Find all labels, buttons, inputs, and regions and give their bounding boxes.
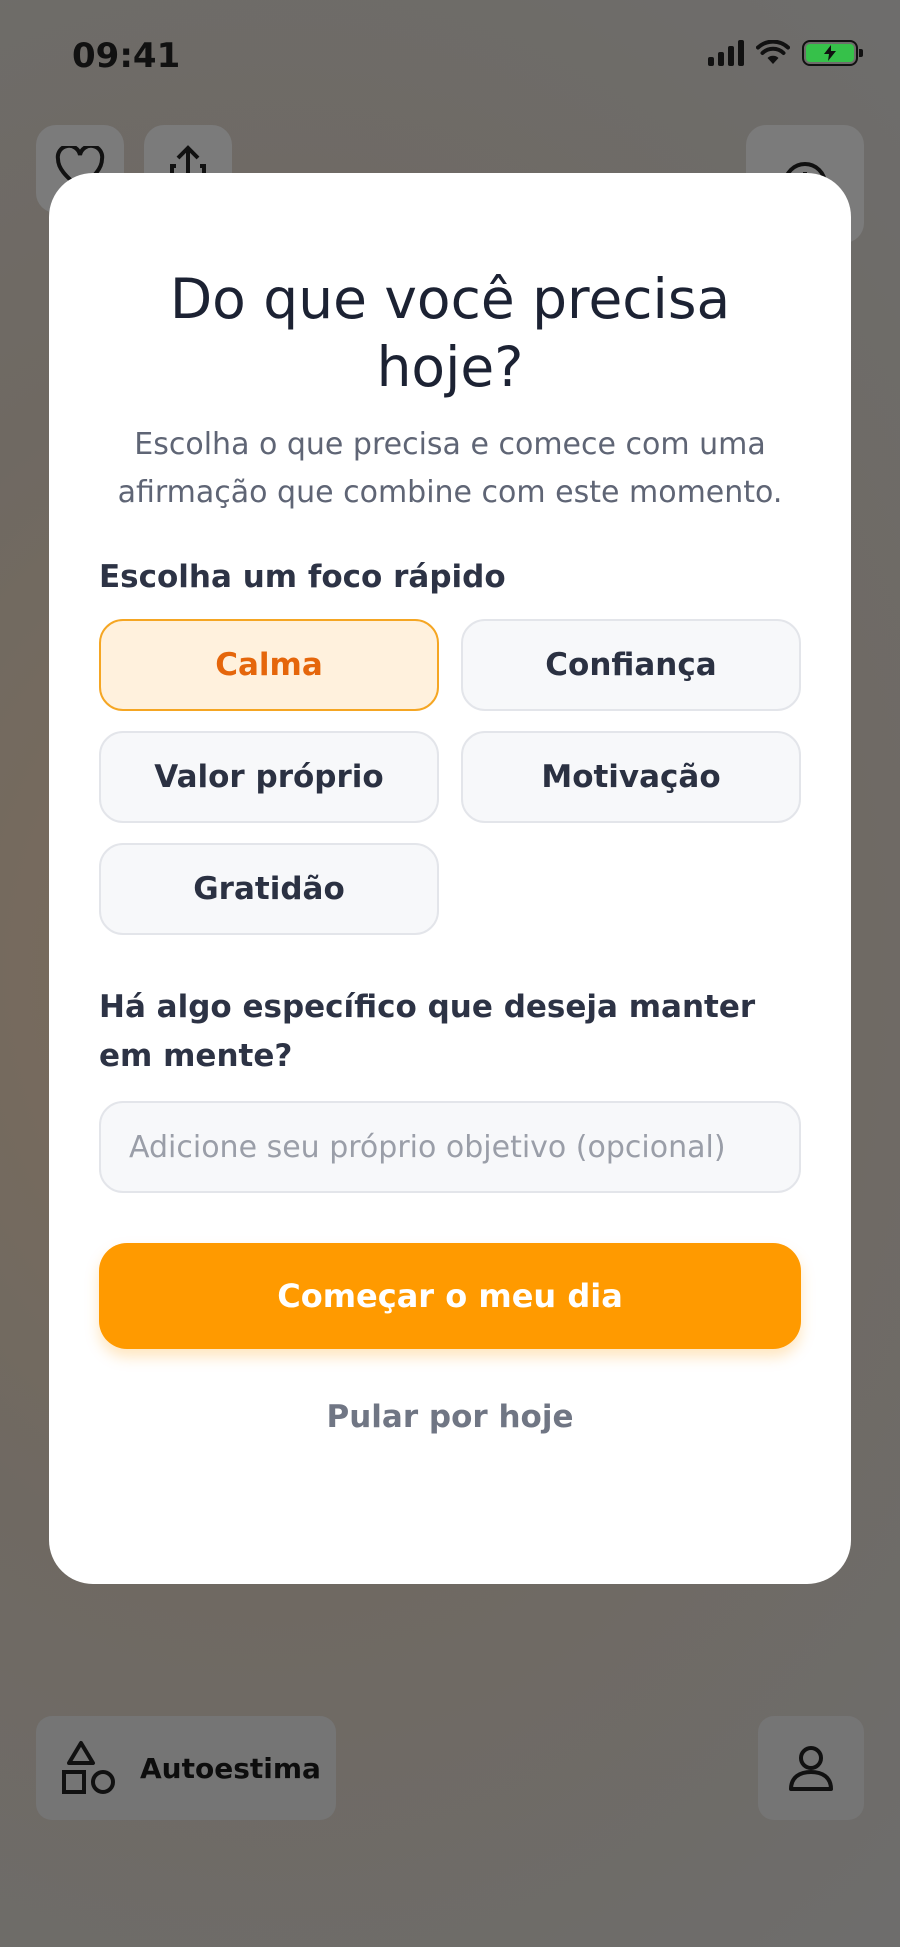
daily-focus-modal: Do que você precisa hoje? Escolha o que …: [49, 173, 851, 1584]
status-icons: [708, 40, 863, 66]
status-bar: 09:41: [0, 0, 900, 110]
category-label: Autoestima: [140, 1751, 321, 1785]
focus-section-label: Escolha um foco rápido: [99, 559, 506, 595]
goal-section-label: Há algo específico que deseja manter em …: [99, 989, 756, 1074]
category-button[interactable]: Autoestima: [36, 1716, 336, 1820]
skip-today-link[interactable]: Pular por hoje: [99, 1399, 801, 1435]
modal-subtitle: Escolha o que precisa e comece com uma a…: [117, 427, 783, 510]
profile-button[interactable]: [758, 1716, 864, 1820]
charging-bolt-icon: [824, 45, 836, 61]
focus-chip-motivacao[interactable]: Motivação: [461, 731, 801, 823]
status-time: 09:41: [72, 36, 181, 76]
modal-title: Do que você precisa hoje?: [169, 267, 731, 399]
focus-chip-gratidao[interactable]: Gratidão: [99, 843, 439, 935]
focus-chip-confianca[interactable]: Confiança: [461, 619, 801, 711]
focus-chip-valor-proprio[interactable]: Valor próprio: [99, 731, 439, 823]
focus-chip-calma[interactable]: Calma: [99, 619, 439, 711]
goal-input[interactable]: [99, 1101, 801, 1193]
profile-icon: [789, 1746, 833, 1791]
wifi-icon: [756, 40, 790, 64]
battery-icon: [802, 40, 863, 66]
focus-chip-group: Calma Confiança Valor próprio Motivação …: [99, 619, 801, 935]
start-day-button[interactable]: Começar o meu dia: [99, 1243, 801, 1349]
cellular-signal-icon: [708, 40, 744, 66]
shapes-icon: [62, 1741, 115, 1794]
